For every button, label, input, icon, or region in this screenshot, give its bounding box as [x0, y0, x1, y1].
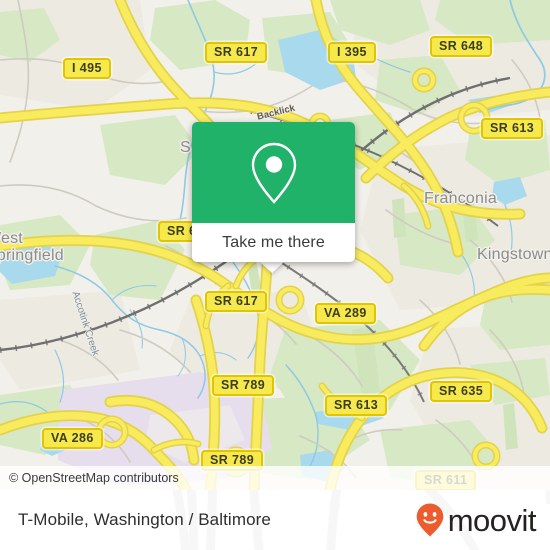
- shield-sr-613-north[interactable]: SR 613: [481, 118, 544, 139]
- shield-i-495[interactable]: I 495: [63, 58, 111, 79]
- map-attribution[interactable]: © OpenStreetMap contributors: [0, 466, 550, 490]
- shield-sr-648[interactable]: SR 648: [430, 36, 493, 57]
- shield-va-289[interactable]: VA 289: [315, 303, 376, 324]
- moovit-map-screenshot: WestSpringfield Franconia Kingstowne S A…: [0, 0, 550, 550]
- attribution-text: © OpenStreetMap contributors: [9, 471, 179, 485]
- footer-title-text: T-Mobile, Washington / Baltimore: [18, 510, 271, 529]
- shield-sr-617-north[interactable]: SR 617: [205, 42, 268, 63]
- footer-title: T-Mobile, Washington / Baltimore: [18, 490, 271, 550]
- shield-sr-789-upper[interactable]: SR 789: [212, 375, 275, 396]
- shield-i-395[interactable]: I 395: [328, 42, 376, 63]
- take-me-there-button[interactable]: Take me there: [192, 223, 355, 262]
- moovit-logo[interactable]: moovit: [415, 490, 537, 550]
- footer-bar: T-Mobile, Washington / Baltimore moovit: [0, 490, 550, 550]
- moovit-pin-icon: [416, 503, 443, 537]
- take-me-there-popup[interactable]: Take me there: [192, 122, 355, 262]
- map-pin-icon: [251, 142, 296, 204]
- shield-va-286[interactable]: VA 286: [42, 428, 103, 449]
- shield-sr-617-central[interactable]: SR 617: [205, 291, 268, 312]
- take-me-there-label: Take me there: [222, 233, 325, 251]
- popup-tail: [259, 261, 285, 273]
- moovit-wordmark: moovit: [447, 502, 537, 538]
- shield-sr-635[interactable]: SR 635: [430, 381, 493, 402]
- shield-sr-613-south[interactable]: SR 613: [325, 395, 388, 416]
- popup-icon-area: [192, 122, 355, 223]
